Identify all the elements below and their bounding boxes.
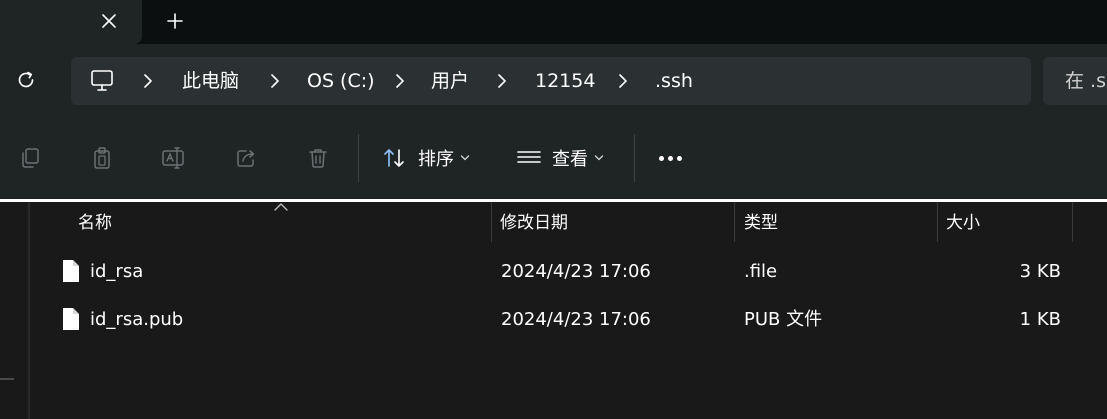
view-button[interactable]: 查看 (516, 138, 604, 178)
delete-icon[interactable] (304, 144, 332, 172)
column-header-type[interactable]: 类型 (744, 202, 778, 242)
view-label: 查看 (552, 149, 588, 170)
chevron-right-icon[interactable] (139, 71, 157, 91)
sort-ascending-icon (274, 203, 288, 211)
file-list-pane: 名称 修改日期 类型 大小 id_rsa 2024/4/23 17:06 .fi… (0, 202, 1107, 419)
breadcrumb-users[interactable]: 用户 (431, 57, 469, 105)
chevron-right-icon[interactable] (391, 71, 409, 91)
column-divider[interactable] (1072, 202, 1073, 242)
share-icon[interactable] (232, 144, 260, 172)
column-header-modified[interactable]: 修改日期 (500, 202, 568, 242)
this-pc-icon[interactable] (89, 69, 115, 93)
file-size: 1 KB (1019, 309, 1061, 330)
file-name: id_rsa.pub (90, 309, 184, 330)
search-input[interactable]: 在 .s (1043, 57, 1107, 105)
file-icon (63, 308, 79, 330)
copy-icon[interactable] (16, 144, 44, 172)
close-icon[interactable] (96, 8, 122, 34)
column-header-size[interactable]: 大小 (946, 202, 980, 242)
file-type: PUB 文件 (744, 309, 823, 330)
toolbar-divider (634, 134, 635, 182)
file-name: id_rsa (90, 261, 144, 282)
breadcrumb-this-pc[interactable]: 此电脑 (182, 57, 239, 105)
sort-button[interactable]: 排序 (382, 138, 470, 178)
chevron-down-icon (594, 154, 604, 162)
file-type: .file (744, 261, 778, 282)
navigation-pane-border[interactable] (28, 202, 30, 419)
breadcrumb-ssh[interactable]: .ssh (655, 57, 693, 105)
more-icon[interactable] (652, 144, 688, 172)
navigation-pane-item (0, 378, 14, 380)
chevron-right-icon[interactable] (266, 71, 284, 91)
active-tab[interactable] (0, 0, 142, 44)
column-header-name[interactable]: 名称 (78, 202, 112, 242)
file-icon (63, 260, 79, 282)
file-row[interactable]: id_rsa.pub 2024/4/23 17:06 PUB 文件 1 KB (40, 298, 1100, 342)
address-bar[interactable]: 此电脑 OS (C:) 用户 12154 .ssh (71, 57, 1031, 105)
command-bar: 排序 查看 (0, 120, 1107, 199)
search-placeholder: 在 .s (1065, 70, 1106, 92)
paste-icon[interactable] (88, 144, 116, 172)
sort-icon (384, 149, 404, 167)
file-row[interactable]: id_rsa 2024/4/23 17:06 .file 3 KB (40, 250, 1100, 294)
column-divider[interactable] (734, 202, 735, 242)
sort-label: 排序 (418, 149, 454, 170)
refresh-icon[interactable] (12, 66, 40, 94)
column-divider[interactable] (937, 202, 938, 242)
column-divider[interactable] (491, 202, 492, 242)
chevron-right-icon[interactable] (493, 71, 511, 91)
breadcrumb-user-folder[interactable]: 12154 (535, 57, 595, 105)
address-row: 此电脑 OS (C:) 用户 12154 .ssh 在 .s (0, 44, 1107, 120)
tab-strip (0, 0, 1107, 44)
file-size: 3 KB (1019, 261, 1061, 282)
chevron-down-icon (460, 154, 470, 162)
file-modified: 2024/4/23 17:06 (501, 261, 651, 282)
file-modified: 2024/4/23 17:06 (501, 309, 651, 330)
rename-icon[interactable] (160, 144, 188, 172)
plus-icon[interactable] (162, 8, 188, 34)
toolbar-divider (358, 134, 359, 182)
chevron-right-icon[interactable] (614, 71, 632, 91)
view-icon (517, 151, 541, 163)
breadcrumb-drive[interactable]: OS (C:) (307, 57, 375, 105)
